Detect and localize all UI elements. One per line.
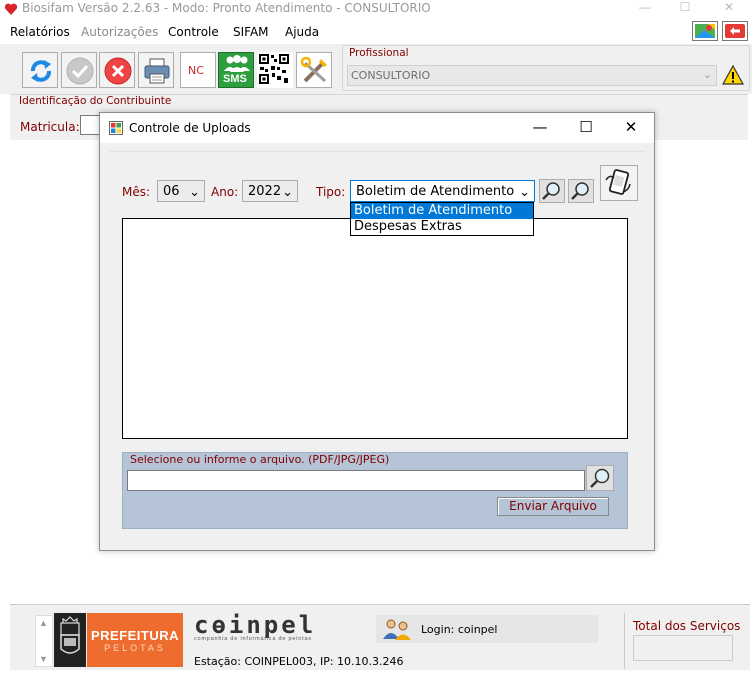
send-file-button[interactable]: Enviar Arquivo bbox=[497, 497, 609, 516]
mes-select[interactable]: 06 ⌄ bbox=[157, 180, 205, 202]
menu-sifam[interactable]: SIFAM bbox=[233, 25, 269, 39]
menu-controle[interactable]: Controle bbox=[168, 25, 219, 39]
file-path-input[interactable] bbox=[127, 470, 585, 491]
profissional-value: CONSULTORIO bbox=[351, 69, 431, 82]
exit-icon[interactable] bbox=[722, 21, 748, 41]
upload-group: Selecione ou informe o arquivo. (PDF/JPG… bbox=[122, 452, 628, 529]
nc-button[interactable]: NC bbox=[180, 52, 216, 88]
ano-select[interactable]: 2022 ⌄ bbox=[242, 180, 298, 202]
total-services-box: Total dos Serviços bbox=[624, 613, 748, 669]
coinpel-logo: cɵinpel bbox=[194, 611, 317, 639]
upload-legend: Selecione ou informe o arquivo. (PDF/JPG… bbox=[130, 453, 390, 466]
qrcode-button[interactable] bbox=[257, 52, 293, 88]
matricula-label: Matricula: bbox=[20, 120, 80, 134]
login-info: Login: coinpel bbox=[376, 615, 598, 643]
tools-button[interactable] bbox=[296, 52, 332, 88]
chevron-down-icon: ⌄ bbox=[189, 185, 200, 200]
dialog-title: Controle de Uploads bbox=[129, 121, 251, 135]
mes-value: 06 bbox=[163, 184, 180, 199]
total-services-value bbox=[633, 635, 733, 661]
profissional-group: Profissional CONSULTORIO ⌄ bbox=[342, 45, 750, 91]
status-scrollbar[interactable]: ▲ ▼ bbox=[35, 615, 53, 667]
file-list[interactable] bbox=[122, 218, 628, 439]
tipo-value: Boletim de Atendimento bbox=[356, 184, 515, 199]
window-app-icon bbox=[109, 121, 123, 135]
menu-autorizacoes[interactable]: Autorizações bbox=[81, 25, 158, 39]
device-button[interactable] bbox=[600, 165, 638, 201]
heart-icon bbox=[4, 3, 18, 15]
refresh-button[interactable] bbox=[22, 52, 58, 88]
tipo-option-despesas[interactable]: Despesas Extras bbox=[351, 219, 533, 235]
search-icon bbox=[542, 182, 560, 200]
confirm-button[interactable] bbox=[61, 52, 97, 88]
users-icon bbox=[383, 619, 411, 640]
dialog-title-bar: Controle de Uploads — ☐ ✕ bbox=[100, 113, 654, 143]
scroll-down-icon[interactable]: ▼ bbox=[39, 654, 48, 664]
mes-label: Mês: bbox=[122, 185, 151, 199]
warning-icon[interactable] bbox=[721, 64, 745, 86]
users-icon bbox=[224, 55, 250, 72]
menu-ajuda[interactable]: Ajuda bbox=[285, 25, 319, 39]
app-title-bar: Biosifam Versão 2.2.63 - Modo: Pronto At… bbox=[0, 0, 752, 20]
tools-icon bbox=[300, 56, 327, 83]
check-icon bbox=[66, 57, 94, 85]
close-button[interactable]: ✕ bbox=[714, 0, 744, 16]
mobile-upload-icon bbox=[605, 169, 631, 195]
cancel-button[interactable] bbox=[99, 52, 135, 88]
print-button[interactable] bbox=[138, 52, 174, 88]
identificacao-legend: Identificação do Contribuinte bbox=[19, 95, 172, 107]
tipo-option-boletim[interactable]: Boletim de Atendimento bbox=[351, 203, 533, 219]
refresh-icon bbox=[31, 60, 51, 82]
dialog-maximize-button[interactable]: ☐ bbox=[566, 116, 606, 138]
minimize-button[interactable]: — bbox=[630, 0, 660, 16]
coinpel-subtitle: companhia de informática de pelotas bbox=[194, 636, 312, 642]
profissional-legend: Profissional bbox=[349, 47, 409, 59]
qrcode-icon bbox=[258, 53, 290, 85]
station-info: Estação: COINPEL003, IP: 10.10.3.246 bbox=[194, 655, 404, 668]
ano-label: Ano: bbox=[211, 185, 239, 199]
profissional-select[interactable]: CONSULTORIO ⌄ bbox=[347, 65, 717, 86]
ano-value: 2022 bbox=[248, 184, 282, 199]
menu-relatorios[interactable]: Relatórios bbox=[10, 25, 70, 39]
login-text: Login: coinpel bbox=[421, 623, 498, 636]
search-icon bbox=[571, 182, 589, 200]
prefeitura-line1: PREFEITURA bbox=[90, 628, 180, 643]
sms-button[interactable]: SMS bbox=[218, 52, 254, 88]
search-icon bbox=[590, 468, 610, 488]
status-bar: ▲ ▼ PREFEITURA PELOTAS cɵinpel companhia… bbox=[10, 604, 750, 670]
menu-bar: Relatórios Autorizações Controle SIFAM A… bbox=[0, 21, 752, 43]
upload-control-dialog: Controle de Uploads — ☐ ✕ Mês: 06 ⌄ Ano:… bbox=[99, 112, 655, 551]
dialog-minimize-button[interactable]: — bbox=[520, 116, 560, 138]
dialog-close-button[interactable]: ✕ bbox=[611, 116, 651, 138]
chevron-down-icon: ⌄ bbox=[702, 68, 712, 81]
crest-icon bbox=[60, 616, 80, 654]
sms-label: SMS bbox=[223, 73, 247, 85]
tipo-dropdown-list: Boletim de Atendimento Despesas Extras bbox=[350, 202, 534, 236]
chevron-down-icon: ⌄ bbox=[519, 185, 530, 200]
search-button[interactable] bbox=[539, 179, 565, 203]
map-icon[interactable] bbox=[692, 21, 718, 41]
nc-label: NC bbox=[188, 64, 204, 77]
total-services-label: Total dos Serviços bbox=[633, 619, 741, 633]
chevron-down-icon: ⌄ bbox=[282, 185, 293, 200]
cancel-icon bbox=[104, 57, 132, 85]
search-alt-button[interactable] bbox=[568, 179, 594, 203]
printer-icon bbox=[144, 58, 170, 84]
app-title: Biosifam Versão 2.2.63 - Modo: Pronto At… bbox=[22, 1, 431, 15]
prefeitura-line2: PELOTAS bbox=[104, 643, 166, 653]
maximize-button[interactable]: ☐ bbox=[670, 0, 700, 16]
pelotas-crest-logo bbox=[54, 613, 86, 667]
tipo-select[interactable]: Boletim de Atendimento ⌄ bbox=[350, 180, 535, 202]
scroll-up-icon[interactable]: ▲ bbox=[39, 618, 48, 628]
tipo-label: Tipo: bbox=[316, 185, 346, 199]
file-browse-button[interactable] bbox=[586, 465, 614, 491]
prefeitura-logo: PREFEITURA PELOTAS bbox=[87, 613, 183, 667]
